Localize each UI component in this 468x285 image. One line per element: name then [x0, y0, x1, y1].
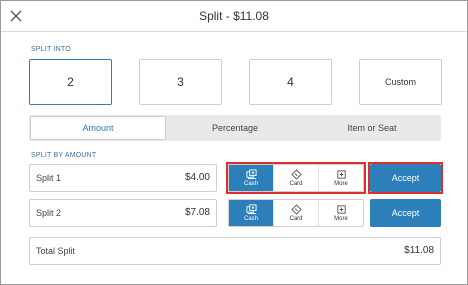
- split-1-amount-field[interactable]: Split 1 $4.00: [29, 164, 217, 192]
- more-icon: [336, 170, 346, 179]
- total-split-row: Total Split $11.08: [29, 237, 441, 265]
- split-2-cash-label: Cash: [243, 216, 258, 222]
- split-2-card-label: Card: [289, 216, 303, 222]
- cash-icon: [245, 204, 257, 215]
- split-method-tabs: Amount Percentage Item or Seat: [29, 115, 441, 141]
- split-1-more-button[interactable]: More: [318, 165, 363, 191]
- dialog-header: Split - $11.08: [1, 1, 467, 32]
- split-2-more-button[interactable]: More: [318, 200, 363, 226]
- split-option-custom[interactable]: Custom: [359, 59, 442, 105]
- split-1-more-label: More: [334, 181, 348, 187]
- split-1-accept-button[interactable]: Accept: [370, 164, 441, 192]
- tab-percentage[interactable]: Percentage: [167, 115, 303, 141]
- more-icon: [336, 205, 346, 214]
- split-2-payment-methods: Cash Card More: [228, 199, 364, 227]
- tab-item-or-seat[interactable]: Item or Seat: [304, 115, 440, 141]
- split-2-more-label: More: [334, 216, 348, 222]
- split-2-cash-button[interactable]: Cash: [229, 200, 273, 226]
- split-by-amount-label: SPLIT BY AMOUNT: [31, 152, 97, 159]
- split-2-label: Split 2: [36, 208, 62, 218]
- split-into-label: SPLIT INTO: [31, 46, 71, 53]
- dialog-title: Split - $11.08: [199, 9, 269, 23]
- split-2-amount: $7.08: [184, 207, 210, 218]
- card-icon: [290, 169, 302, 180]
- split-1-card-label: Card: [289, 181, 303, 187]
- cash-icon: [245, 169, 257, 180]
- split-option-2[interactable]: 2: [29, 59, 112, 105]
- tab-amount[interactable]: Amount: [30, 116, 166, 140]
- split-dialog: Split - $11.08 SPLIT INTO 2 3 4 Custom A…: [0, 0, 468, 285]
- split-2-amount-field[interactable]: Split 2 $7.08: [29, 199, 217, 227]
- split-2-accept-button[interactable]: Accept: [370, 199, 441, 227]
- split-1-amount: $4.00: [184, 172, 210, 183]
- split-1-card-button[interactable]: Card: [273, 165, 318, 191]
- total-split-label: Total Split: [36, 246, 76, 256]
- split-1-payment-methods: Cash Card More: [228, 164, 364, 192]
- split-1-label: Split 1: [36, 173, 62, 183]
- split-1-cash-label: Cash: [243, 181, 258, 187]
- split-option-3[interactable]: 3: [139, 59, 222, 105]
- total-split-amount: $11.08: [404, 245, 434, 256]
- card-icon: [290, 204, 302, 215]
- split-2-card-button[interactable]: Card: [273, 200, 318, 226]
- split-option-4[interactable]: 4: [249, 59, 332, 105]
- split-1-cash-button[interactable]: Cash: [229, 165, 273, 191]
